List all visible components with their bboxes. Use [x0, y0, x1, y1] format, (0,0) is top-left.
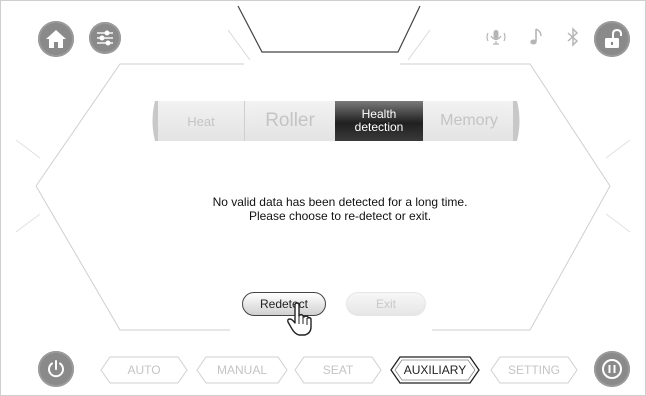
- tab-health-detection-label: Health detection: [354, 107, 404, 134]
- tabs-right-arrow-icon[interactable]: [512, 101, 522, 141]
- tab-memory[interactable]: Memory: [423, 101, 515, 141]
- tab-roller[interactable]: Roller: [245, 101, 335, 141]
- unlock-icon: [605, 28, 622, 48]
- settings-button[interactable]: [89, 22, 121, 54]
- tab-manual-label: MANUAL: [216, 363, 267, 377]
- bluetooth-icon: [567, 27, 579, 47]
- tab-health-detection[interactable]: Health detection: [335, 101, 423, 141]
- music-note-icon: [530, 28, 542, 45]
- sliders-icon: [97, 30, 113, 46]
- power-button[interactable]: [38, 351, 74, 387]
- tab-heat-label: Heat: [187, 113, 215, 129]
- status-message-line2: Please choose to re-detect or exit.: [248, 209, 432, 223]
- home-button[interactable]: [38, 21, 74, 57]
- lock-button[interactable]: [594, 21, 630, 57]
- tab-auto-label: AUTO: [127, 363, 161, 377]
- status-message: No valid data has been detected for a lo…: [150, 195, 530, 223]
- status-message-line1: No valid data has been detected for a lo…: [212, 195, 468, 209]
- tab-manual[interactable]: MANUAL: [196, 356, 288, 384]
- tab-setting[interactable]: SETTING: [490, 356, 578, 384]
- pause-button[interactable]: [594, 351, 630, 387]
- tab-roller-label: Roller: [265, 110, 315, 131]
- home-icon: [46, 30, 66, 48]
- tab-auxiliary-label: AUXILIARY: [403, 363, 467, 377]
- bluetooth-status[interactable]: [562, 26, 584, 48]
- exit-label: Exit: [375, 297, 396, 311]
- exit-button[interactable]: Exit: [346, 292, 426, 316]
- pause-icon: [602, 359, 622, 379]
- power-icon: [48, 360, 64, 378]
- hand-pointer-icon: [287, 302, 312, 336]
- tab-memory-label: Memory: [440, 112, 498, 129]
- tab-setting-label: SETTING: [507, 363, 560, 377]
- tab-seat-label: SEAT: [322, 363, 354, 377]
- tab-seat[interactable]: SEAT: [294, 356, 382, 384]
- tab-auto[interactable]: AUTO: [100, 356, 188, 384]
- mode-tabs: Heat Roller Health detection Memory: [150, 101, 522, 141]
- music-status[interactable]: [526, 26, 548, 48]
- tab-auxiliary[interactable]: AUXILIARY: [390, 356, 480, 384]
- microphone-icon: [486, 30, 506, 45]
- tab-heat[interactable]: Heat: [158, 101, 245, 141]
- microphone-status[interactable]: [485, 26, 507, 48]
